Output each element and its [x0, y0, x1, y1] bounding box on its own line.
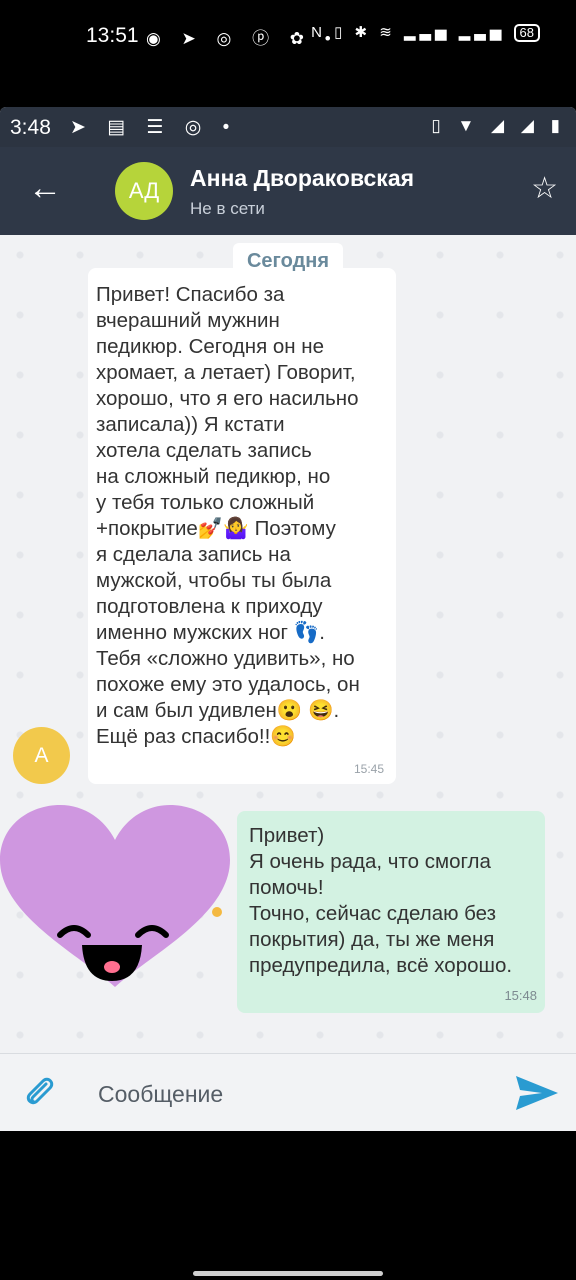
unread-dot [212, 907, 222, 917]
outgoing-message-text: Привет) Я очень рада, что смогла помочь!… [249, 824, 513, 977]
date-separator: Сегодня [233, 243, 343, 279]
tongue [104, 961, 120, 973]
device-status-bar: 13:51 ◉ ➤ ◎ ⓟ ✿ • N ▯ ✱ ≋ ▂▃▅ ▂▃▅ 68 [0, 0, 576, 75]
contact-avatar[interactable]: АД [115, 162, 173, 220]
paperclip-icon[interactable] [22, 1074, 56, 1110]
send-icon[interactable] [514, 1074, 560, 1112]
app-clock: 3:48 [10, 116, 51, 139]
device-clock: 13:51 [86, 24, 139, 47]
incoming-message-time: 15:45 [353, 762, 384, 776]
incoming-message-text: Привет! Спасибо за вчерашний мужнин педи… [96, 283, 360, 748]
message-input[interactable] [96, 1069, 480, 1119]
notification-icons: ◉ ➤ ◎ ⓟ ✿ • [146, 29, 339, 48]
outgoing-message-time: 15:48 [504, 988, 537, 1003]
app-system-icons: ▯ ▼ ◢ ◢ ▮ [431, 116, 566, 135]
outgoing-message[interactable]: Привет) Я очень рада, что смогла помочь!… [237, 811, 545, 1013]
app-status-bar: 3:48 ➤ ▤ ☰ ◎ • ▯ ▼ ◢ ◢ ▮ [0, 107, 576, 147]
arrow-left-icon[interactable]: ← [28, 169, 62, 208]
battery-icon: 68 [513, 24, 540, 42]
chat-header: ← АД Анна Двораковская Не в сети ☆ [0, 147, 576, 235]
contact-status: Не в сети [190, 199, 265, 218]
contact-name[interactable]: Анна Двораковская [190, 165, 414, 192]
app-notification-icons: ➤ ▤ ☰ ◎ • [70, 117, 238, 138]
home-indicator[interactable] [193, 1271, 383, 1276]
app-screen: 3:48 ➤ ▤ ☰ ◎ • ▯ ▼ ◢ ◢ ▮ ← АД Анна Двора… [0, 107, 576, 1131]
sender-avatar[interactable]: А [13, 727, 70, 784]
incoming-message[interactable]: Привет! Спасибо за вчерашний мужнин педи… [88, 268, 396, 784]
star-outline-icon[interactable]: ☆ [531, 171, 558, 206]
message-list[interactable]: Привет! Спасибо за вчерашний мужнин педи… [0, 235, 576, 1053]
signal-icons: N ▯ ✱ ≋ ▂▃▅ ▂▃▅ [311, 24, 506, 41]
message-composer [0, 1053, 576, 1131]
smiling-heart-sticker[interactable] [0, 805, 230, 987]
system-icons: N ▯ ✱ ≋ ▂▃▅ ▂▃▅ 68 [311, 23, 540, 42]
